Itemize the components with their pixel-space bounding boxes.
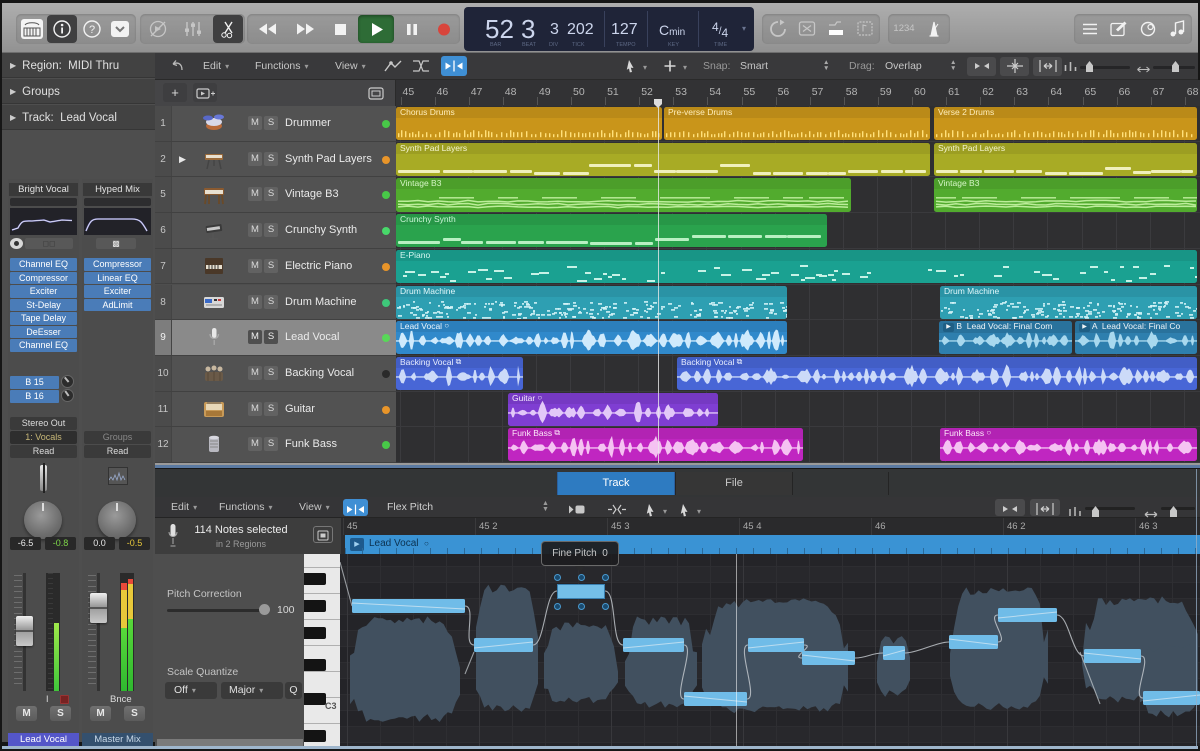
svg-text:▾: ▾ bbox=[683, 63, 687, 72]
svg-text:▾: ▾ bbox=[697, 507, 701, 516]
svg-text:▾: ▾ bbox=[643, 63, 647, 72]
svg-text:?: ? bbox=[89, 24, 95, 36]
svg-text:▾: ▾ bbox=[663, 507, 667, 516]
